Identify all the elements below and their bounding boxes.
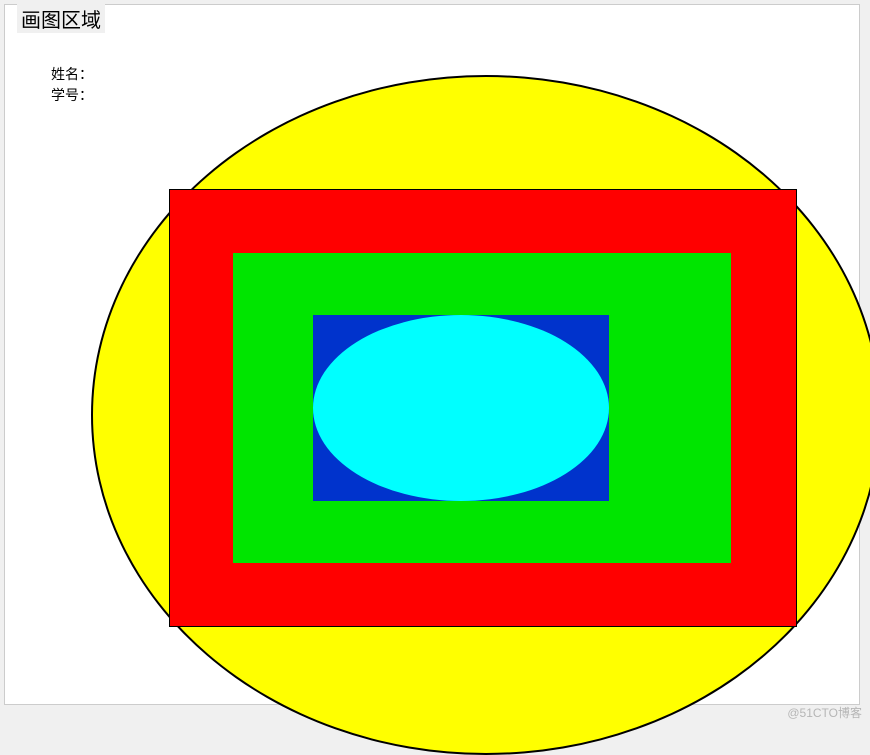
cyan-ellipse-shape <box>313 315 609 501</box>
drawing-panel: 画图区域 姓名： 学号： <box>4 4 860 705</box>
id-label: 学号： <box>51 86 93 107</box>
panel-title: 画图区域 <box>17 4 105 33</box>
name-label: 姓名： <box>51 65 93 86</box>
info-block: 姓名： 学号： <box>51 65 93 107</box>
shapes-canvas <box>5 5 859 704</box>
watermark-text: @51CTO博客 <box>787 704 862 721</box>
